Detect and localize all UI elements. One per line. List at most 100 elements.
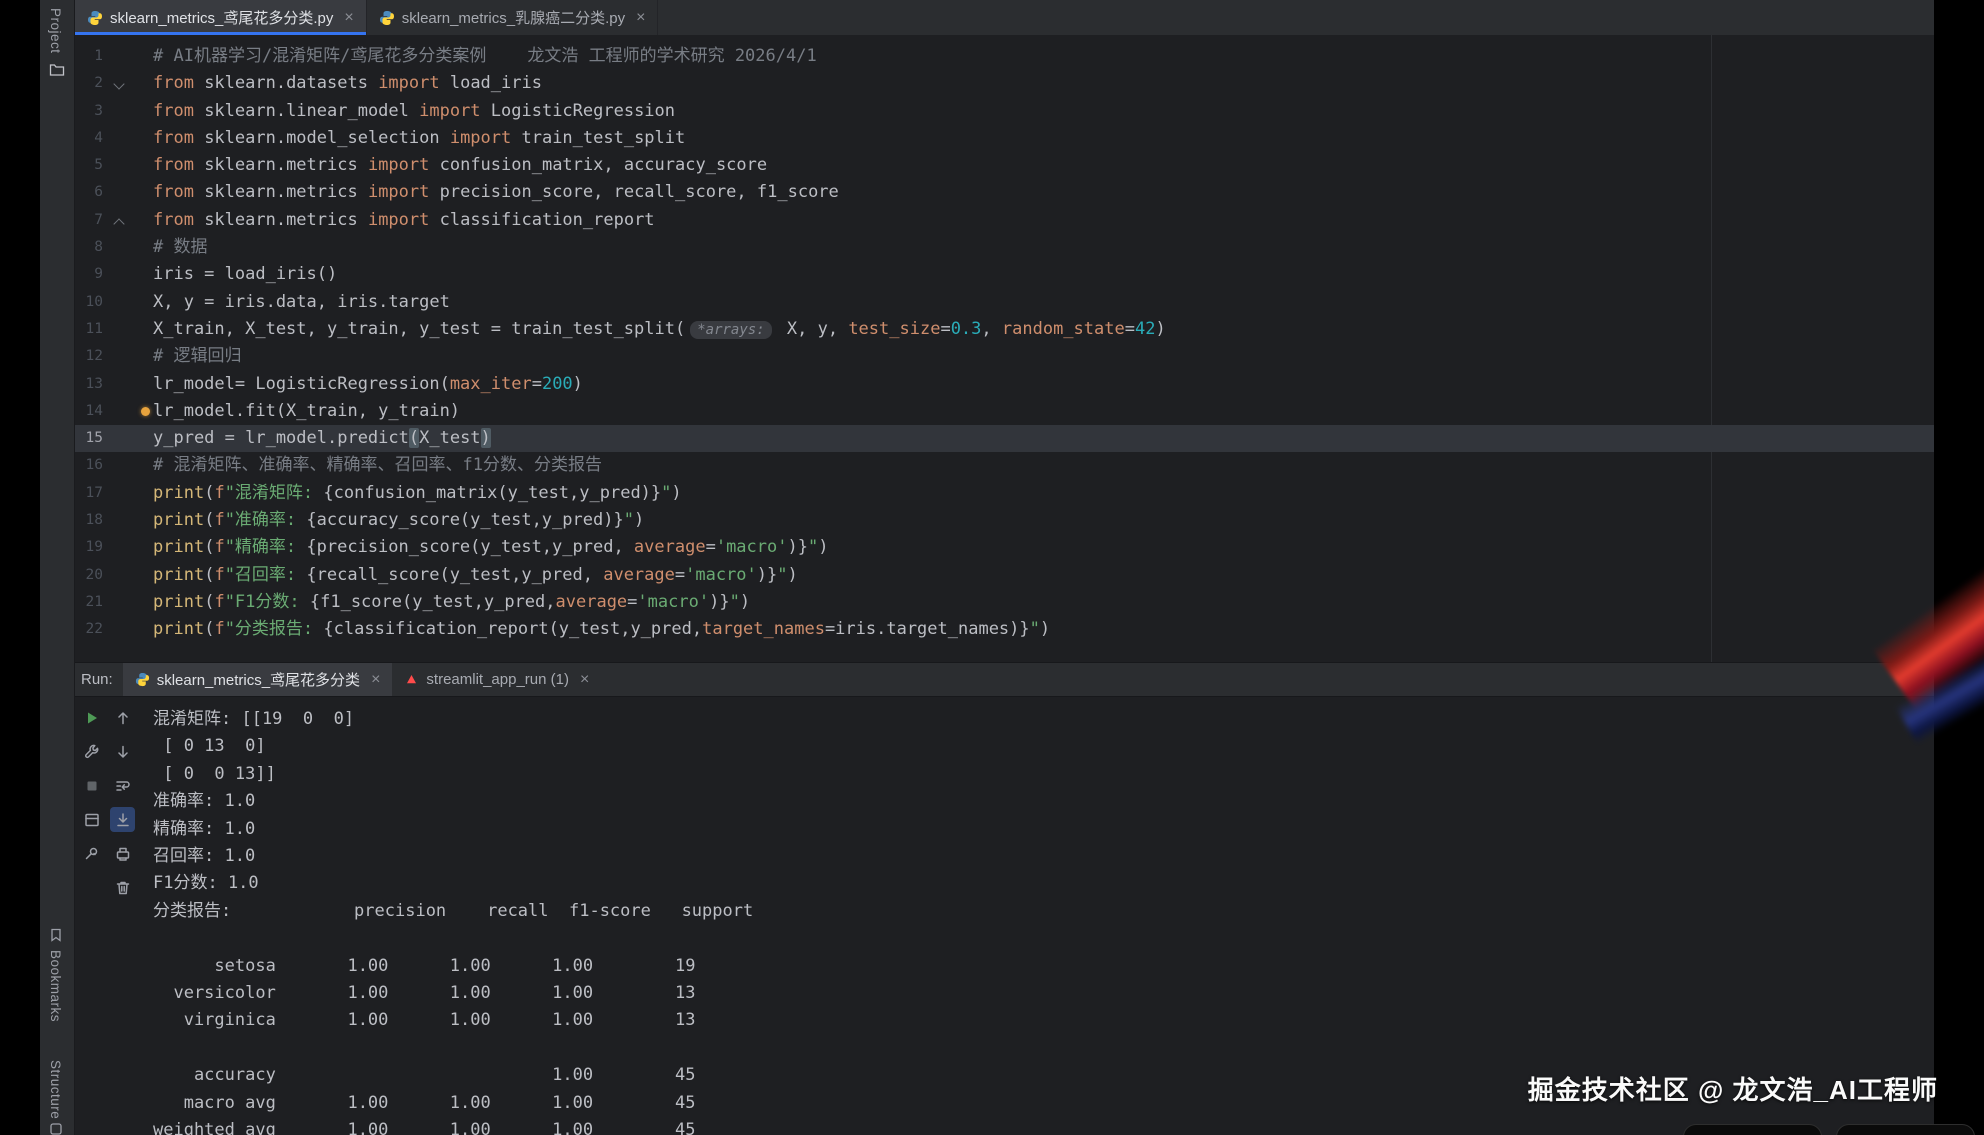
folder-icon[interactable]	[49, 62, 65, 78]
close-icon[interactable]: ×	[344, 10, 353, 26]
main-area: sklearn_metrics_鸢尾花多分类.py×sklearn_metric…	[75, 0, 1934, 1135]
fold-chevron-icon[interactable]	[113, 79, 124, 90]
bookmark-icon	[49, 928, 63, 942]
code-line-21[interactable]: 21print(f"F1分数: {f1_score(y_test,y_pred,…	[75, 589, 1934, 616]
line-number: 5	[75, 152, 103, 179]
code-line-12[interactable]: 12 # 逻辑回归	[75, 343, 1934, 370]
code-line-5[interactable]: 5 from sklearn.metrics import confusion_m…	[75, 152, 1934, 179]
line-number: 7	[75, 207, 103, 234]
line-number: 15	[75, 425, 103, 452]
code-text: # AI机器学习/混淆矩阵/鸢尾花多分类案例 龙文浩 工程师的学术研究 2026…	[153, 43, 817, 70]
code-line-1[interactable]: 1 # AI机器学习/混淆矩阵/鸢尾花多分类案例 龙文浩 工程师的学术研究 202…	[75, 43, 1934, 70]
editor-tab-2[interactable]: sklearn_metrics_乳腺癌二分类.py ×	[367, 0, 659, 35]
printer-button[interactable]	[110, 841, 135, 866]
line-number: 19	[75, 534, 103, 561]
run-tab-bar: Run: sklearn_metrics_鸢尾花多分类×streamlit_ap…	[75, 663, 1934, 697]
structure-tool-button[interactable]: Structure	[48, 1060, 63, 1119]
right-black-margin	[1934, 0, 1984, 1135]
editor-tab-bar: sklearn_metrics_鸢尾花多分类.py×sklearn_metric…	[75, 0, 1934, 36]
code-line-15[interactable]: 15 y_pred = lr_model.predict(X_test)	[75, 425, 1934, 452]
line-number: 20	[75, 562, 103, 589]
close-icon[interactable]: ×	[580, 672, 589, 688]
code-text: print(f"混淆矩阵: {confusion_matrix(y_test,y…	[153, 480, 682, 507]
code-line-22[interactable]: 22print(f"分类报告: {classification_report(y…	[75, 616, 1934, 643]
code-line-9[interactable]: 9iris = load_iris()	[75, 261, 1934, 288]
line-number: 2	[75, 70, 103, 97]
code-line-10[interactable]: 10X, y = iris.data, iris.target	[75, 289, 1934, 316]
code-line-19[interactable]: 19 print(f"精确率: {precision_score(y_test,y…	[75, 534, 1934, 561]
ide-window: Project Bookmarks Structure sklearn_metr…	[0, 0, 1984, 1135]
code-text: print(f"精确率: {precision_score(y_test,y_p…	[153, 534, 828, 561]
code-text: # 逻辑回归	[153, 343, 241, 370]
code-line-20[interactable]: 20print(f"召回率: {recall_score(y_test,y_pr…	[75, 562, 1934, 589]
python-icon	[87, 10, 103, 26]
code-text: from sklearn.metrics import precision_sc…	[153, 179, 839, 206]
code-line-14[interactable]: 14lr_model.fit(X_train, y_train)	[75, 398, 1934, 425]
code-text: from sklearn.metrics import confusion_ma…	[153, 152, 767, 179]
code-editor[interactable]: 1 # AI机器学习/混淆矩阵/鸢尾花多分类案例 龙文浩 工程师的学术研究 202…	[75, 35, 1934, 662]
line-number: 13	[75, 371, 103, 398]
project-tool-button[interactable]: Project	[48, 8, 63, 54]
code-text: from sklearn.datasets import load_iris	[153, 70, 542, 97]
line-number: 6	[75, 179, 103, 206]
arrow-down-button[interactable]	[110, 739, 135, 764]
close-icon[interactable]: ×	[636, 10, 645, 26]
run-tab-1[interactable]: sklearn_metrics_鸢尾花多分类 ×	[123, 663, 393, 696]
soft-wrap-button[interactable]	[110, 773, 135, 798]
streamlit-icon	[404, 672, 419, 687]
line-number: 18	[75, 507, 103, 534]
code-line-7[interactable]: 7 from sklearn.metrics import classificat…	[75, 207, 1934, 234]
layout-button[interactable]	[79, 807, 104, 832]
code-line-6[interactable]: 6 from sklearn.metrics import precision_s…	[75, 179, 1934, 206]
code-line-11[interactable]: 11 X_train, X_test, y_train, y_test = tra…	[75, 316, 1934, 343]
line-number: 17	[75, 480, 103, 507]
toolbar-column	[110, 705, 135, 900]
bookmarks-tool-button[interactable]: Bookmarks	[48, 950, 63, 1022]
code-line-16[interactable]: 16 # 混淆矩阵、准确率、精确率、召回率、f1分数、分类报告	[75, 452, 1934, 479]
run-tab-2[interactable]: streamlit_app_run (1) ×	[392, 663, 601, 696]
fold-chevron-icon[interactable]	[113, 218, 124, 229]
code-text: y_pred = lr_model.predict(X_test)	[153, 425, 491, 452]
code-text: print(f"准确率: {accuracy_score(y_test,y_pr…	[153, 507, 644, 534]
code-line-13[interactable]: 13 lr_model= LogisticRegression(max_iter=…	[75, 371, 1934, 398]
code-text: X, y = iris.data, iris.target	[153, 289, 450, 316]
code-line-17[interactable]: 17 print(f"混淆矩阵: {confusion_matrix(y_test…	[75, 480, 1934, 507]
pin-button[interactable]	[79, 841, 104, 866]
toolbar-column	[79, 705, 104, 900]
watermark-text: 掘金技术社区 @ 龙文浩_AI工程师	[1528, 1070, 1938, 1107]
trash-button[interactable]	[110, 875, 135, 900]
code-text: from sklearn.metrics import classificati…	[153, 207, 655, 234]
close-icon[interactable]: ×	[371, 672, 380, 688]
line-number: 11	[75, 316, 103, 343]
line-number: 9	[75, 261, 103, 288]
line-number: 14	[75, 398, 103, 425]
arrow-up-button[interactable]	[110, 705, 135, 730]
line-number: 1	[75, 43, 103, 70]
run-tab-label: sklearn_metrics_鸢尾花多分类	[157, 669, 360, 690]
wrench-button[interactable]	[79, 739, 104, 764]
scroll-end-button[interactable]	[110, 807, 135, 832]
code-line-8[interactable]: 8# 数据	[75, 234, 1934, 261]
code-text: print(f"F1分数: {f1_score(y_test,y_pred,av…	[153, 589, 750, 616]
code-text: X_train, X_test, y_train, y_test = train…	[153, 316, 1166, 344]
run-tab-label: streamlit_app_run (1)	[426, 671, 569, 688]
code-text: lr_model= LogisticRegression(max_iter=20…	[153, 371, 583, 398]
line-number: 12	[75, 343, 103, 370]
code-line-3[interactable]: 3from sklearn.linear_model import Logist…	[75, 98, 1934, 125]
python-icon	[379, 10, 395, 26]
line-number: 16	[75, 452, 103, 479]
editor-tab-1[interactable]: sklearn_metrics_鸢尾花多分类.py ×	[75, 0, 367, 35]
code-line-2[interactable]: 2 from sklearn.datasets import load_iris	[75, 70, 1934, 97]
code-line-4[interactable]: 4from sklearn.model_selection import tra…	[75, 125, 1934, 152]
code-text: # 混淆矩阵、准确率、精确率、召回率、f1分数、分类报告	[153, 452, 602, 479]
editor-tab-label: sklearn_metrics_乳腺癌二分类.py	[402, 7, 625, 28]
overlay-pill-right	[1836, 1124, 1975, 1135]
stop-button[interactable]	[79, 773, 104, 798]
code-line-18[interactable]: 18 print(f"准确率: {accuracy_score(y_test,y_…	[75, 507, 1934, 534]
editor-tab-label: sklearn_metrics_鸢尾花多分类.py	[110, 7, 333, 28]
code-text: from sklearn.model_selection import trai…	[153, 125, 685, 152]
structure-icon[interactable]	[49, 1122, 63, 1135]
code-text: from sklearn.linear_model import Logisti…	[153, 98, 675, 125]
play-button[interactable]	[79, 705, 104, 730]
line-number: 22	[75, 616, 103, 643]
